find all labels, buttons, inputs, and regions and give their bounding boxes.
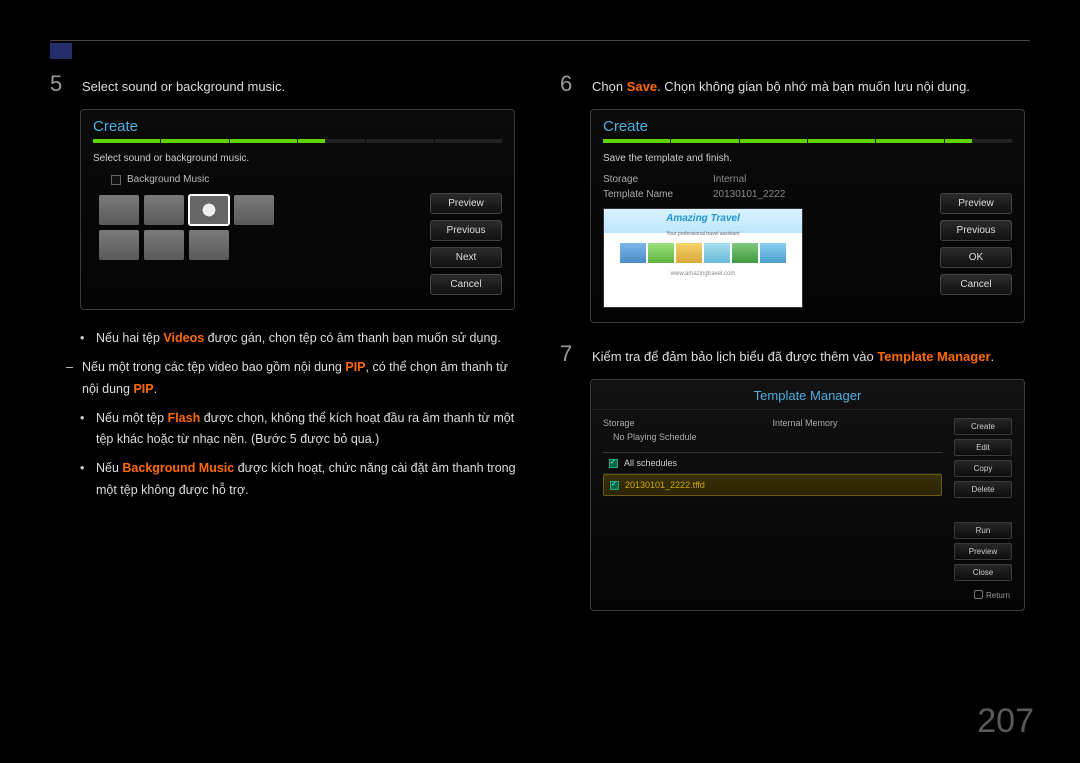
right-column: 6 Chọn Save. Chọn không gian bộ nhớ mà b… (560, 71, 1030, 611)
screen-instruction: Select sound or background music. (93, 153, 416, 164)
storage-row: Storage Internal (603, 174, 926, 185)
term-bgmusic: Background Music (122, 461, 234, 475)
term-videos: Videos (163, 331, 204, 345)
screen-instruction: Save the template and finish. (603, 153, 926, 164)
cancel-button[interactable]: Cancel (940, 274, 1012, 295)
term-save: Save (627, 79, 657, 94)
sound-thumb[interactable] (99, 230, 139, 260)
step-7: 7 Kiểm tra để đảm bảo lịch biểu đã được … (560, 341, 1030, 367)
create-screen-step6: Create Save the template and finish. Sto… (590, 109, 1025, 323)
tm-preview-button[interactable]: Preview (954, 543, 1012, 560)
page-columns: 5 Select sound or background music. Crea… (50, 71, 1030, 611)
term-pip: PIP (345, 360, 365, 374)
term-template-manager: Template Manager (877, 349, 990, 364)
bullet-bgmusic: Nếu Background Music được kích hoạt, chứ… (80, 458, 520, 501)
header-accent (50, 43, 72, 59)
step-6-number: 6 (560, 71, 580, 97)
bg-music-checkbox[interactable] (111, 175, 121, 185)
tm-schedule-item[interactable]: 20130101_2222.tffd (603, 474, 942, 496)
tm-storage-row: Storage Internal Memory (603, 418, 942, 428)
step-7-text: Kiểm tra để đảm bảo lịch biểu đã được th… (592, 341, 994, 367)
sound-thumb[interactable] (234, 195, 274, 225)
sound-thumb-selected[interactable] (189, 195, 229, 225)
template-name-row: Template Name 20130101_2222 (603, 189, 926, 200)
left-column: 5 Select sound or background music. Crea… (50, 71, 520, 611)
bullet-videos: Nếu hai tệp Videos được gán, chọn tệp có… (80, 328, 520, 349)
tm-storage-value[interactable]: Internal Memory (773, 418, 943, 428)
step-5-text: Select sound or background music. (82, 71, 285, 97)
step-6-text: Chọn Save. Chọn không gian bộ nhớ mà bạn… (592, 71, 970, 97)
preview-title: Amazing Travel (604, 209, 802, 233)
header-rule (50, 40, 1030, 41)
preview-button[interactable]: Preview (430, 193, 502, 214)
tm-return-row[interactable]: Return (591, 585, 1024, 600)
tm-schedule-list: All schedules 20130101_2222.tffd (603, 452, 942, 556)
bg-music-label: Background Music (127, 174, 209, 185)
tm-item-label: 20130101_2222.tffd (625, 480, 705, 490)
return-icon (974, 590, 983, 599)
next-button[interactable]: Next (430, 247, 502, 268)
template-preview: Amazing Travel Your professional travel … (603, 208, 803, 308)
bg-music-row: Background Music (111, 174, 416, 185)
storage-value[interactable]: Internal (713, 174, 746, 185)
preview-subtitle: Your professional travel assistant (604, 231, 802, 237)
preview-url: www.amazingtravel.com (604, 271, 802, 277)
step5-bullets: Nếu hai tệp Videos được gán, chọn tệp có… (80, 328, 520, 349)
screen-title: Create (591, 110, 1024, 139)
term-flash: Flash (168, 411, 201, 425)
sound-thumb[interactable] (144, 195, 184, 225)
progress-bar (81, 139, 514, 153)
cancel-button[interactable]: Cancel (430, 274, 502, 295)
tm-storage-label: Storage (603, 418, 773, 428)
screen-button-column: Preview Previous OK Cancel (940, 193, 1012, 308)
tm-close-button[interactable]: Close (954, 564, 1012, 581)
term-pip: PIP (133, 382, 153, 396)
storage-label: Storage (603, 174, 713, 185)
step-5: 5 Select sound or background music. (50, 71, 520, 97)
tm-create-button[interactable]: Create (954, 418, 1012, 435)
checkbox-icon[interactable] (610, 481, 619, 490)
tm-all-label: All schedules (624, 458, 677, 468)
checkbox-icon[interactable] (609, 459, 618, 468)
sound-thumb[interactable] (189, 230, 229, 260)
template-name-label: Template Name (603, 189, 713, 200)
tm-button-column: Create Edit Copy Delete Run Preview Clos… (954, 418, 1012, 581)
page-number: 207 (977, 702, 1034, 741)
screen-title: Create (81, 110, 514, 139)
tm-copy-button[interactable]: Copy (954, 460, 1012, 477)
tm-run-button[interactable]: Run (954, 522, 1012, 539)
step5-bullets-2: Nếu một tệp Flash được chọn, không thể k… (80, 408, 520, 501)
bullet-flash: Nếu một tệp Flash được chọn, không thể k… (80, 408, 520, 451)
tm-title: Template Manager (591, 380, 1024, 410)
sound-thumb[interactable] (144, 230, 184, 260)
step-7-number: 7 (560, 341, 580, 367)
sub-bullet-pip: Nếu một trong các tệp video bao gồm nội … (50, 357, 520, 400)
previous-button[interactable]: Previous (940, 220, 1012, 241)
template-manager-screen: Template Manager Storage Internal Memory… (590, 379, 1025, 611)
tm-edit-button[interactable]: Edit (954, 439, 1012, 456)
sound-thumb[interactable] (99, 195, 139, 225)
ok-button[interactable]: OK (940, 247, 1012, 268)
tm-delete-button[interactable]: Delete (954, 481, 1012, 498)
progress-bar (591, 139, 1024, 153)
template-name-value[interactable]: 20130101_2222 (713, 189, 785, 200)
return-label: Return (986, 591, 1010, 600)
preview-thumbs (604, 243, 802, 263)
tm-all-schedules[interactable]: All schedules (603, 453, 942, 474)
sound-thumb-grid (99, 195, 416, 260)
tm-no-playing: No Playing Schedule (613, 432, 942, 442)
step-5-number: 5 (50, 71, 70, 97)
step-6: 6 Chọn Save. Chọn không gian bộ nhớ mà b… (560, 71, 1030, 97)
screen-button-column: Preview Previous Next Cancel (430, 193, 502, 295)
create-screen-step5: Create Select sound or background music.… (80, 109, 515, 310)
previous-button[interactable]: Previous (430, 220, 502, 241)
preview-button[interactable]: Preview (940, 193, 1012, 214)
